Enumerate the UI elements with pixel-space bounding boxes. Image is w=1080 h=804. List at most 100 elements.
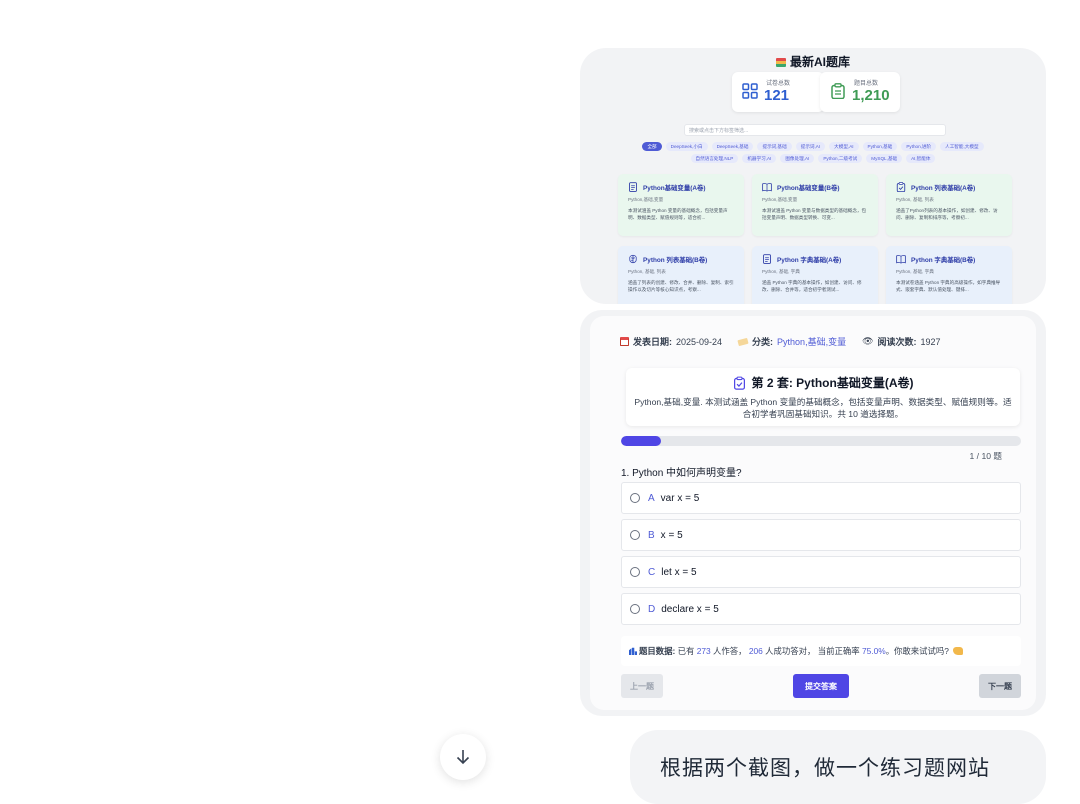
document-icon [763, 254, 771, 264]
radio-button[interactable] [630, 604, 640, 614]
paper-card-title-row: Python 列表基础(A卷) [896, 182, 1002, 192]
paper-card-title: Python 字典基础(A卷) [777, 256, 842, 264]
screenshot-quiz-page: 发表日期: 2025-09-24 分类: Python,基础,变量 👁 阅读次数… [580, 310, 1046, 716]
option-text: declare x = 5 [661, 603, 719, 615]
filter-tag[interactable]: 自然语言处理,NLP [690, 154, 739, 163]
filter-tag[interactable]: 全部 [642, 142, 662, 151]
paper-card-title-row: Python基础变量(A卷) [628, 182, 734, 192]
stats-rate: 75.0% [861, 646, 886, 656]
filter-tag[interactable]: DeepSeek,基础 [711, 142, 754, 151]
calendar-icon [620, 337, 629, 346]
reads-value: 1927 [920, 336, 941, 347]
paper-card-title-row: Python 列表基础(B卷) [628, 254, 734, 264]
bank-title-row: 最新AI题库 [580, 53, 1046, 70]
option-text: let x = 5 [661, 566, 697, 578]
book-icon [896, 255, 906, 264]
filter-tag[interactable]: 大模型,AI [829, 142, 859, 151]
filter-tag[interactable]: 人工智能,大模型 [940, 142, 984, 151]
quiz-panel: 发表日期: 2025-09-24 分类: Python,基础,变量 👁 阅读次数… [590, 316, 1036, 710]
paper-card-tags: Python, 基础, 列表 [896, 197, 934, 202]
stats-text-2: 人作答， [713, 646, 747, 656]
document-icon [629, 182, 637, 192]
filter-tag[interactable]: Python,基础 [862, 142, 898, 151]
search-input[interactable]: 搜索或点击下方标签筛选... [684, 124, 946, 136]
option-text: var x = 5 [660, 492, 700, 504]
muscle-icon [952, 647, 963, 655]
paper-card-title: Python基础变量(B卷) [777, 184, 840, 192]
paper-card[interactable]: Python 列表基础(B卷) Python, 基础, 列表涵盖了列表的创建、修改… [618, 246, 744, 304]
screenshot-bank-overview: 最新AI题库 试卷总数 121 题目总数 1,210 搜索或点击下方标签筛选..… [580, 48, 1046, 304]
tag-filter-list: 全部 DeepSeek,小白 DeepSeek,基础 提示词,基础 提示词,AI 大模型,… [620, 142, 1006, 163]
category-label: 分类: [752, 337, 774, 347]
paper-card-tags: Python, 基础, 列表 [628, 269, 666, 274]
papers-stat: 试卷总数 121 [732, 72, 824, 112]
paper-card-title: Python 列表基础(B卷) [643, 256, 708, 264]
stats-text-1: 已有 [677, 646, 695, 656]
submit-button[interactable]: 提交答案 [793, 674, 849, 698]
grid-icon [742, 83, 758, 99]
brain-icon [629, 254, 637, 264]
clipboard-icon [896, 182, 906, 192]
paper-card[interactable]: Python 字典基础(A卷) Python, 基础, 字典涵盖 Python 字… [752, 246, 878, 304]
scroll-down-button[interactable] [440, 734, 486, 780]
filter-tag[interactable]: MySQL,基础 [866, 154, 903, 163]
paper-card-title: Python 字典基础(B卷) [911, 256, 976, 264]
paper-card-description: 涵盖了Python列表的基本操作，如创建、修改、访问、删除、复制和排序等，考察初… [896, 208, 998, 220]
quiz-title: 第 2 套: Python基础变量(A卷) [751, 376, 914, 390]
filter-tag[interactable]: 提示词,基础 [757, 142, 792, 151]
radio-button[interactable] [630, 493, 640, 503]
paper-card-description: 涵盖了列表的创建、修改、合并、删除、复制、索引操作以及切片等核心知识点，考察..… [628, 280, 734, 292]
filter-tag[interactable]: DeepSeek,小白 [665, 142, 708, 151]
paper-card-description: 本测试涵盖 Python 变量与数据类型的基础概念，包括变量声明、数据类型转换、… [762, 208, 867, 220]
paper-card[interactable]: Python 字典基础(B卷) Python, 基础, 字典 本测试卷涵盖 Pyth… [886, 246, 1012, 304]
question-stats: 题目数据: 已有 273 人作答， 206 人成功答对， 当前正确率 75.0%… [621, 636, 1021, 666]
paper-card-description: 涵盖 Python 字典的基本操作，如创建、访问、修改、删除、合并等，适合初学者… [762, 280, 862, 292]
paper-card-tags: Python, 基础, 字典 [762, 269, 800, 274]
paper-card-title-row: Python基础变量(B卷) [762, 182, 868, 192]
eye-icon: 👁 [862, 336, 874, 346]
filter-tag[interactable]: 图像处理,AI [780, 154, 815, 163]
paper-card[interactable]: Python 列表基础(A卷) Python, 基础, 列表涵盖了Python列表… [886, 174, 1012, 236]
radio-button[interactable] [630, 530, 640, 540]
option-letter: B [648, 529, 655, 541]
paper-card-description: 本测试卷涵盖 Python 字典的高级操作，如字典推导式、嵌套字典、默认值处理、… [896, 280, 1001, 292]
quiz-meta: 发表日期: 2025-09-24 分类: Python,基础,变量 👁 阅读次数… [620, 335, 941, 348]
answer-option[interactable]: Avar x = 5 [621, 482, 1021, 514]
paper-card[interactable]: Python基础变量(A卷) Python,基础,变量 本测试涵盖 Python 变… [618, 174, 744, 236]
filter-tag[interactable]: Python,进阶 [901, 142, 937, 151]
filter-tag[interactable]: AI,智能体 [906, 154, 936, 163]
arrow-down-icon [456, 750, 470, 765]
filter-tag[interactable]: Python,二级考试 [818, 154, 863, 163]
quiz-title-row: 第 2 套: Python基础变量(A卷) [626, 374, 1020, 391]
paper-card-title-row: Python 字典基础(B卷) [896, 254, 1002, 264]
answer-option[interactable]: Ddeclare x = 5 [621, 593, 1021, 625]
answer-option[interactable]: Clet x = 5 [621, 556, 1021, 588]
quiz-description: Python,基础,变量. 本测试涵盖 Python 变量的基础概念，包括变量声… [634, 397, 1012, 419]
option-letter: D [648, 603, 656, 615]
paper-card-title-row: Python 字典基础(A卷) [762, 254, 868, 264]
progress-text: 1 / 10 题 [969, 451, 1002, 461]
stats-text-3: 人成功答对， 当前正确率 [765, 646, 860, 656]
prev-button[interactable]: 上一题 [621, 674, 663, 698]
tag-icon [737, 337, 749, 346]
next-button[interactable]: 下一题 [979, 674, 1021, 698]
filter-tag[interactable]: 提示词,AI [795, 142, 826, 151]
questions-value: 1,210 [852, 87, 890, 104]
stats-correct: 206 [748, 646, 763, 656]
papers-label: 试卷总数 [766, 81, 791, 87]
category-link[interactable]: Python,基础,变量 [777, 335, 846, 348]
radio-button[interactable] [630, 567, 640, 577]
option-text: x = 5 [660, 529, 683, 541]
answer-option[interactable]: Bx = 5 [621, 519, 1021, 551]
questions-label: 题目总数 [854, 81, 879, 87]
filter-tag[interactable]: 机器学习,AI [742, 154, 777, 163]
option-letter: A [648, 492, 655, 504]
reads-label: 阅读次数: [877, 337, 917, 347]
clipboard-icon [831, 83, 845, 99]
paper-card[interactable]: Python基础变量(B卷) Python,基础,变量 本测试涵盖 Python 变… [752, 174, 878, 236]
user-message-bubble: 根据两个截图，做一个练习题网站 [630, 730, 1046, 804]
quiz-intro-card: 第 2 套: Python基础变量(A卷) Python,基础,变量. 本测试涵… [626, 368, 1020, 426]
stats-label: 题目数据: [639, 646, 676, 656]
progress-bar [621, 436, 1021, 446]
date-value: 2025-09-24 [676, 336, 723, 347]
